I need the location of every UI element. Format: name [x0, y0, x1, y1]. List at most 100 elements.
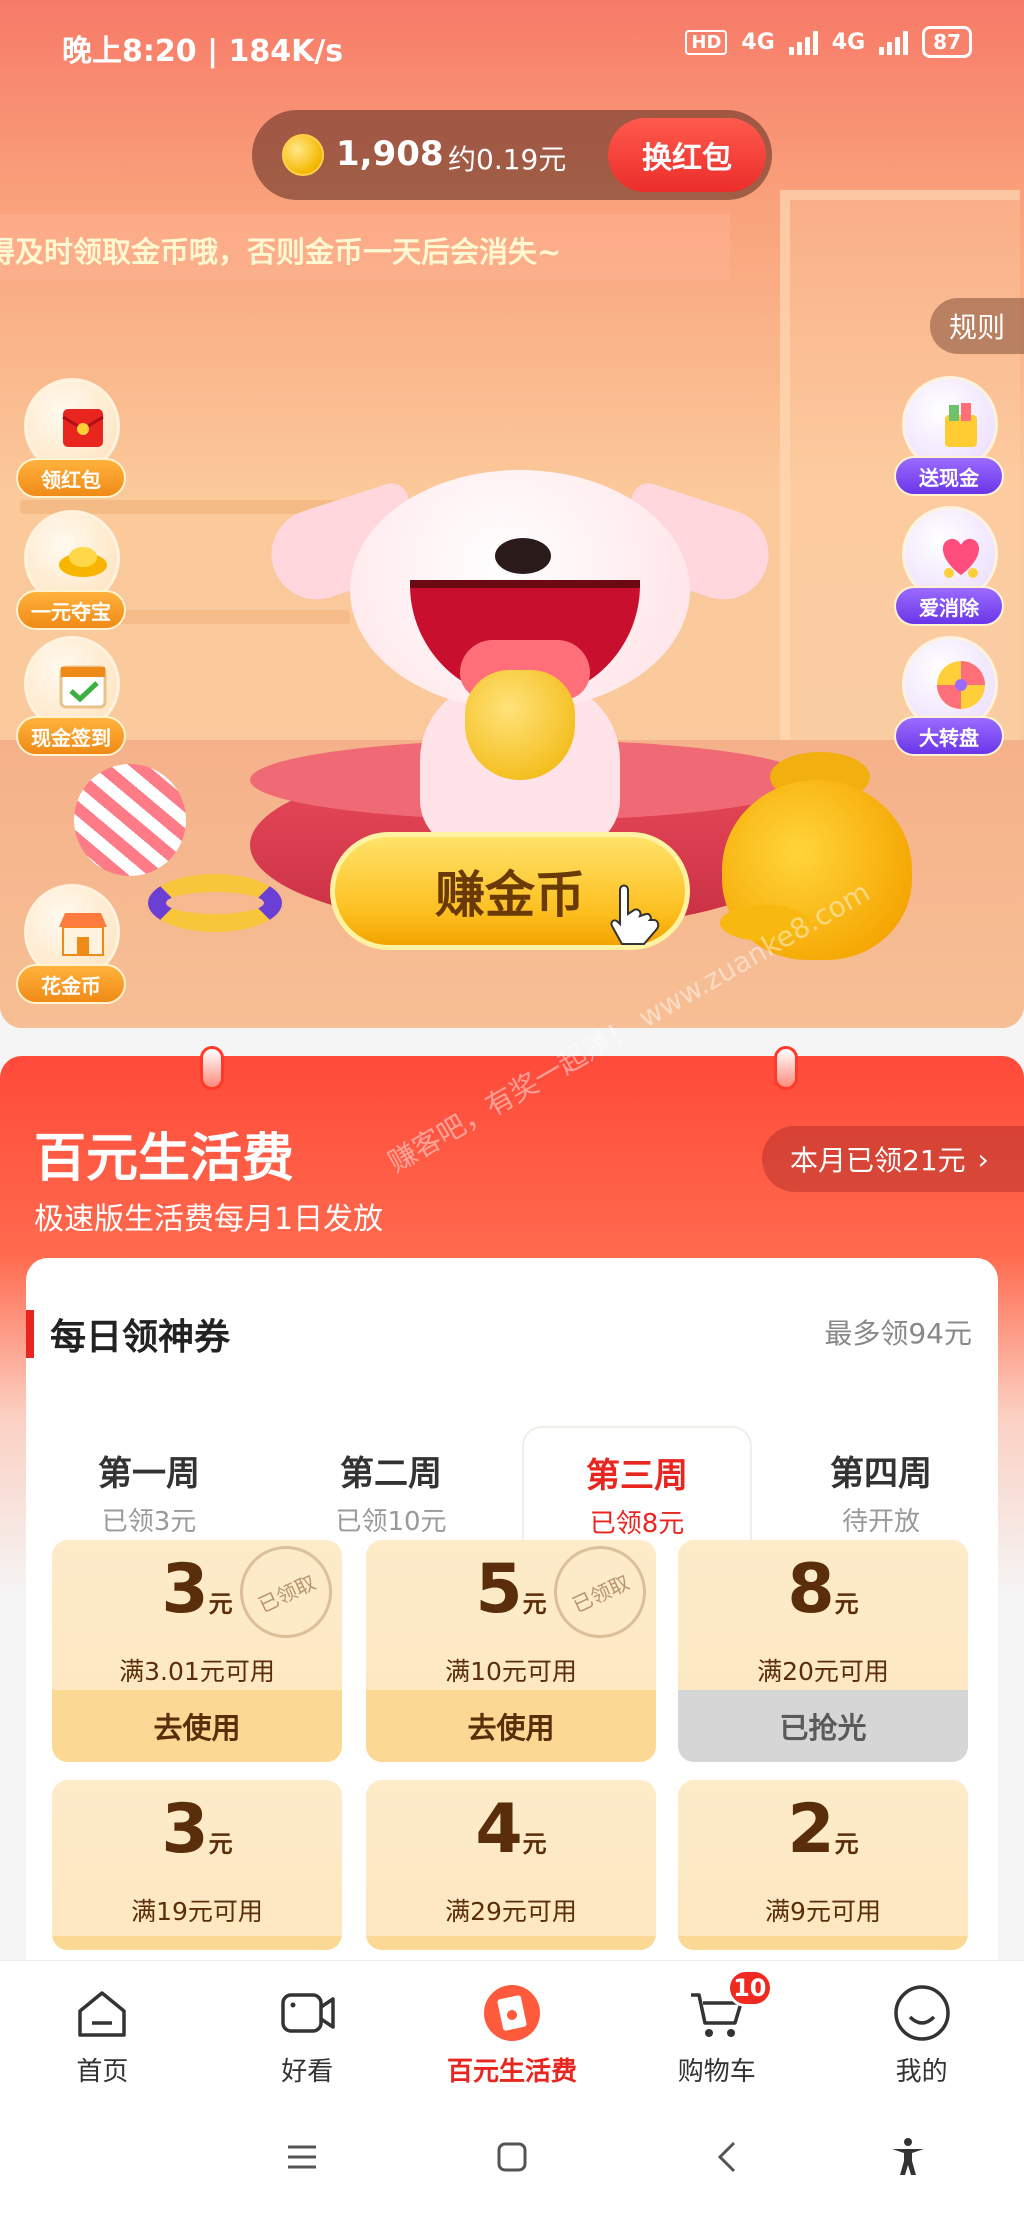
- get-red-envelope-entry[interactable]: 领红包: [16, 378, 126, 498]
- bottom-nav: 首页 好看 百元生活费 10 购物车 我的: [0, 1960, 1024, 2095]
- monthly-claimed-button[interactable]: 本月已领21元 ›: [762, 1126, 1024, 1192]
- accessibility-icon[interactable]: [886, 2135, 930, 2179]
- card-max-amount: 最多领94元: [824, 1317, 972, 1350]
- section-subtitle: 极速版生活费每月1日发放: [34, 1202, 384, 1237]
- status-time: 晚上8:20 | 184K/s: [62, 34, 344, 69]
- video-camera-icon: [277, 1983, 337, 2043]
- coupon-amount: 8元: [787, 1550, 859, 1629]
- smile-face-icon: [892, 1983, 952, 2043]
- coupon-amount: 3元: [161, 1550, 233, 1629]
- side-icon-label: 爱消除: [894, 586, 1004, 626]
- pin-decoration: [774, 1046, 798, 1090]
- coupon-amount: 2元: [787, 1790, 859, 1869]
- pointing-hand-icon: [610, 884, 660, 945]
- home-square-icon[interactable]: [490, 2135, 534, 2179]
- title-accent-bar: [26, 1310, 34, 1358]
- side-icon-label: 大转盘: [894, 716, 1004, 756]
- coupon-amount: 4元: [475, 1790, 547, 1869]
- chevron-right-icon: ›: [977, 1142, 989, 1176]
- use-coupon-button[interactable]: 去使用: [52, 1690, 342, 1762]
- use-coupon-button[interactable]: 去使用: [366, 1690, 656, 1762]
- side-icon-label: 送现金: [894, 456, 1004, 496]
- coupon-button[interactable]: [366, 1936, 656, 1950]
- nav-cart[interactable]: 10 购物车: [614, 1961, 819, 2095]
- back-icon[interactable]: [706, 2135, 750, 2179]
- sold-out-button: 已抢光: [678, 1690, 968, 1762]
- tab-week-3[interactable]: 第三周 已领8元: [522, 1426, 752, 1546]
- daily-coupon-card: 每日领神券 最多领94元 第一周 已领3元 第二周 已领10元 第三周 已领8元…: [26, 1258, 998, 2018]
- coupon-card: 2元 满9元可用: [678, 1780, 968, 1950]
- section-title: 百元生活费: [34, 1129, 295, 1189]
- redeem-red-envelope-button[interactable]: 换红包: [608, 118, 766, 192]
- coupon-amount: 5元: [475, 1550, 547, 1629]
- nav-home[interactable]: 首页: [0, 1961, 205, 2095]
- side-icon-label: 现金签到: [16, 716, 126, 756]
- network-4g-label: 4G: [831, 29, 866, 55]
- coupon-condition: 满29元可用: [445, 1897, 577, 1926]
- rules-button[interactable]: 规则: [930, 298, 1024, 354]
- status-indicators: HD 4G 4G 87: [685, 26, 972, 58]
- coupon-card: 8元 满20元可用 已抢光: [678, 1540, 968, 1762]
- menu-icon[interactable]: [280, 2135, 324, 2179]
- coupon-condition: 满9元可用: [765, 1897, 881, 1926]
- week-status: 已领8元: [589, 1509, 685, 1539]
- week-status: 已领3元: [101, 1507, 197, 1537]
- week-status: 待开放: [841, 1507, 920, 1537]
- side-icon-label: 领红包: [16, 458, 126, 498]
- signal-icon: [879, 29, 909, 55]
- gold-coin-icon: [282, 134, 324, 176]
- tab-week-1[interactable]: 第一周 已领3元: [34, 1426, 264, 1546]
- coupon-button[interactable]: [52, 1936, 342, 1950]
- coupon-amount: 3元: [161, 1790, 233, 1869]
- coupon-button[interactable]: [678, 1936, 968, 1950]
- red-envelope-icon: [482, 1983, 542, 2043]
- notice-ticker: 得及时领取金币哦，否则金币一天后会消失~: [0, 214, 730, 280]
- signal-icon: [788, 29, 818, 55]
- card-title: 每日领神券: [50, 1317, 231, 1358]
- ticker-text: 得及时领取金币哦，否则金币一天后会消失~: [0, 235, 562, 269]
- living-allowance-section: 百元生活费 极速版生活费每月1日发放 赚客吧，有奖一起赚！ www.zuanke…: [0, 875, 1024, 2018]
- network-4g-label: 4G: [741, 29, 775, 55]
- nav-living-allowance[interactable]: 百元生活费: [410, 1961, 615, 2095]
- cash-checkin-entry[interactable]: 现金签到: [16, 636, 126, 756]
- hero-banner: 晚上8:20 | 184K/s HD 4G 4G 87 1,908 约0.19元…: [0, 0, 1024, 1028]
- week-status: 已领10元: [335, 1507, 447, 1537]
- one-yuan-treasure-entry[interactable]: 一元夺宝: [16, 510, 126, 630]
- home-icon: [72, 1983, 132, 2043]
- side-icon-label: 花金币: [16, 964, 126, 1004]
- coupon-card: 3元 满19元可用: [52, 1780, 342, 1950]
- battery-icon: 87: [922, 26, 972, 58]
- nav-mine[interactable]: 我的: [819, 1961, 1024, 2095]
- send-cash-entry[interactable]: 送现金: [894, 376, 1004, 496]
- love-match-game-entry[interactable]: 爱消除: [894, 506, 1004, 626]
- nav-watch[interactable]: 好看: [205, 1961, 410, 2095]
- coupon-condition: 满20元可用: [757, 1657, 889, 1686]
- swim-ring-decoration: [148, 874, 282, 932]
- coupon-card: 已领取 5元 满10元可用 去使用: [366, 1540, 656, 1762]
- spend-coins-entry[interactable]: 花金币: [16, 884, 126, 1004]
- coin-count: 1,908: [336, 134, 444, 174]
- coin-balance-pill: 1,908 约0.19元 换红包: [252, 110, 772, 200]
- side-icon-label: 一元夺宝: [16, 590, 126, 630]
- striped-ball-decoration: [74, 764, 186, 876]
- week-name: 第二周: [340, 1454, 442, 1494]
- week-name: 第一周: [98, 1454, 200, 1494]
- lucky-wheel-entry[interactable]: 大转盘: [894, 636, 1004, 756]
- week-name: 第四周: [830, 1454, 932, 1494]
- hd-icon: HD: [685, 29, 728, 55]
- tab-week-4[interactable]: 第四周 待开放: [766, 1426, 996, 1546]
- tab-week-2[interactable]: 第二周 已领10元: [276, 1426, 506, 1546]
- coupon-card: 已领取 3元 满3.01元可用 去使用: [52, 1540, 342, 1762]
- pin-decoration: [200, 1046, 224, 1090]
- cart-icon: 10: [687, 1969, 773, 2043]
- week-name: 第三周: [586, 1456, 688, 1496]
- coupon-condition: 满3.01元可用: [119, 1657, 275, 1686]
- coin-cash-value: 约0.19元: [448, 143, 567, 176]
- monthly-claimed-label: 本月已领21元: [790, 1144, 966, 1177]
- cart-count-badge: 10: [726, 1969, 773, 2007]
- system-nav-bar: [0, 2095, 1024, 2219]
- coupon-card: 4元 满29元可用: [366, 1780, 656, 1950]
- coupon-condition: 满10元可用: [445, 1657, 577, 1686]
- status-bar: 晚上8:20 | 184K/s HD 4G 4G 87: [0, 0, 1024, 90]
- coupon-condition: 满19元可用: [131, 1897, 263, 1926]
